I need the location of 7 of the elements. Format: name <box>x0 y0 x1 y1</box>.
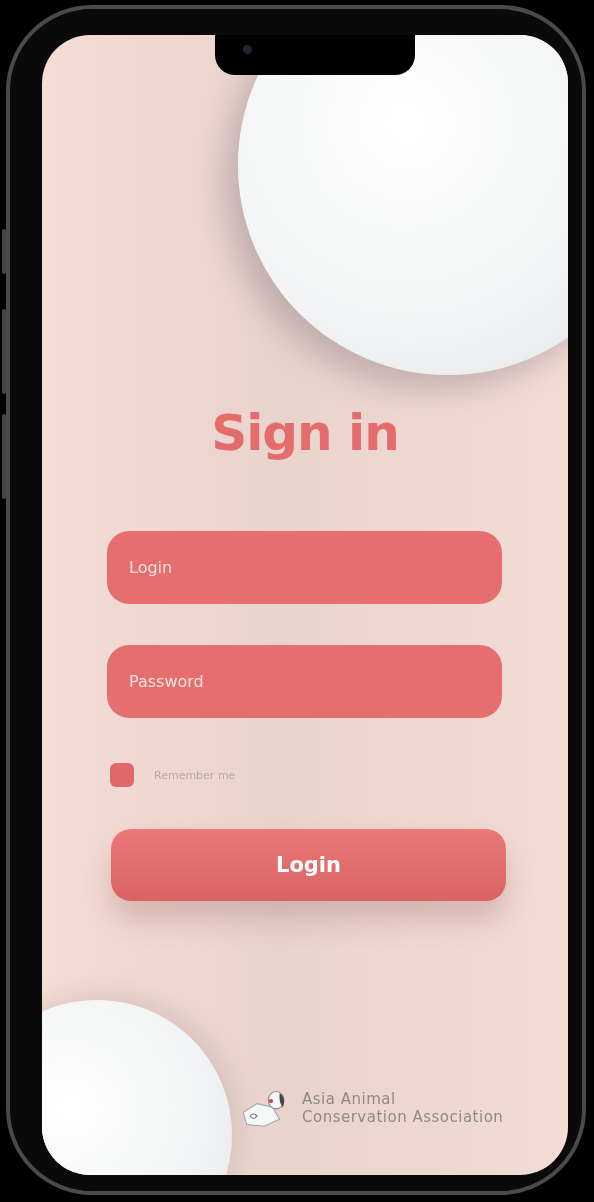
checkbox[interactable] <box>110 763 134 787</box>
input-field[interactable]: Login <box>107 531 502 604</box>
input-field[interactable]: Password <box>107 645 502 718</box>
organization-name: Asia Animal <box>302 1090 397 1108</box>
organization-name: Conservation Association <box>302 1108 504 1126</box>
login-button[interactable]: Login <box>111 829 506 901</box>
screen-title: Sign in <box>211 403 399 463</box>
